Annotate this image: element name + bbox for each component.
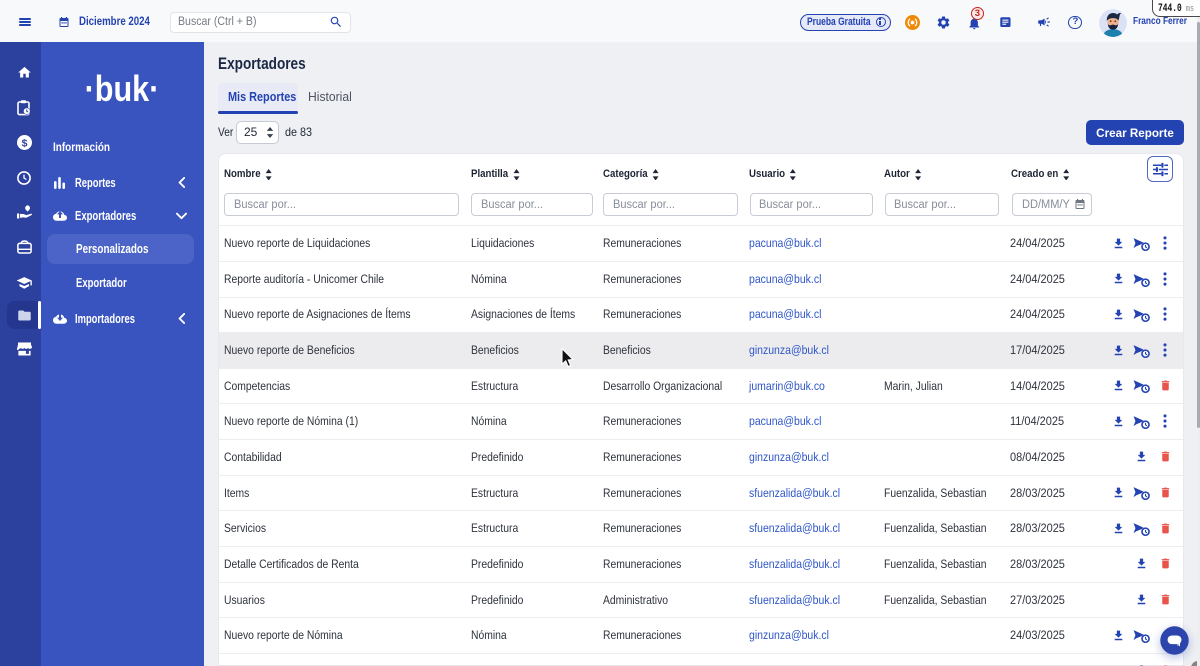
svg-text:$: $ — [21, 137, 27, 149]
